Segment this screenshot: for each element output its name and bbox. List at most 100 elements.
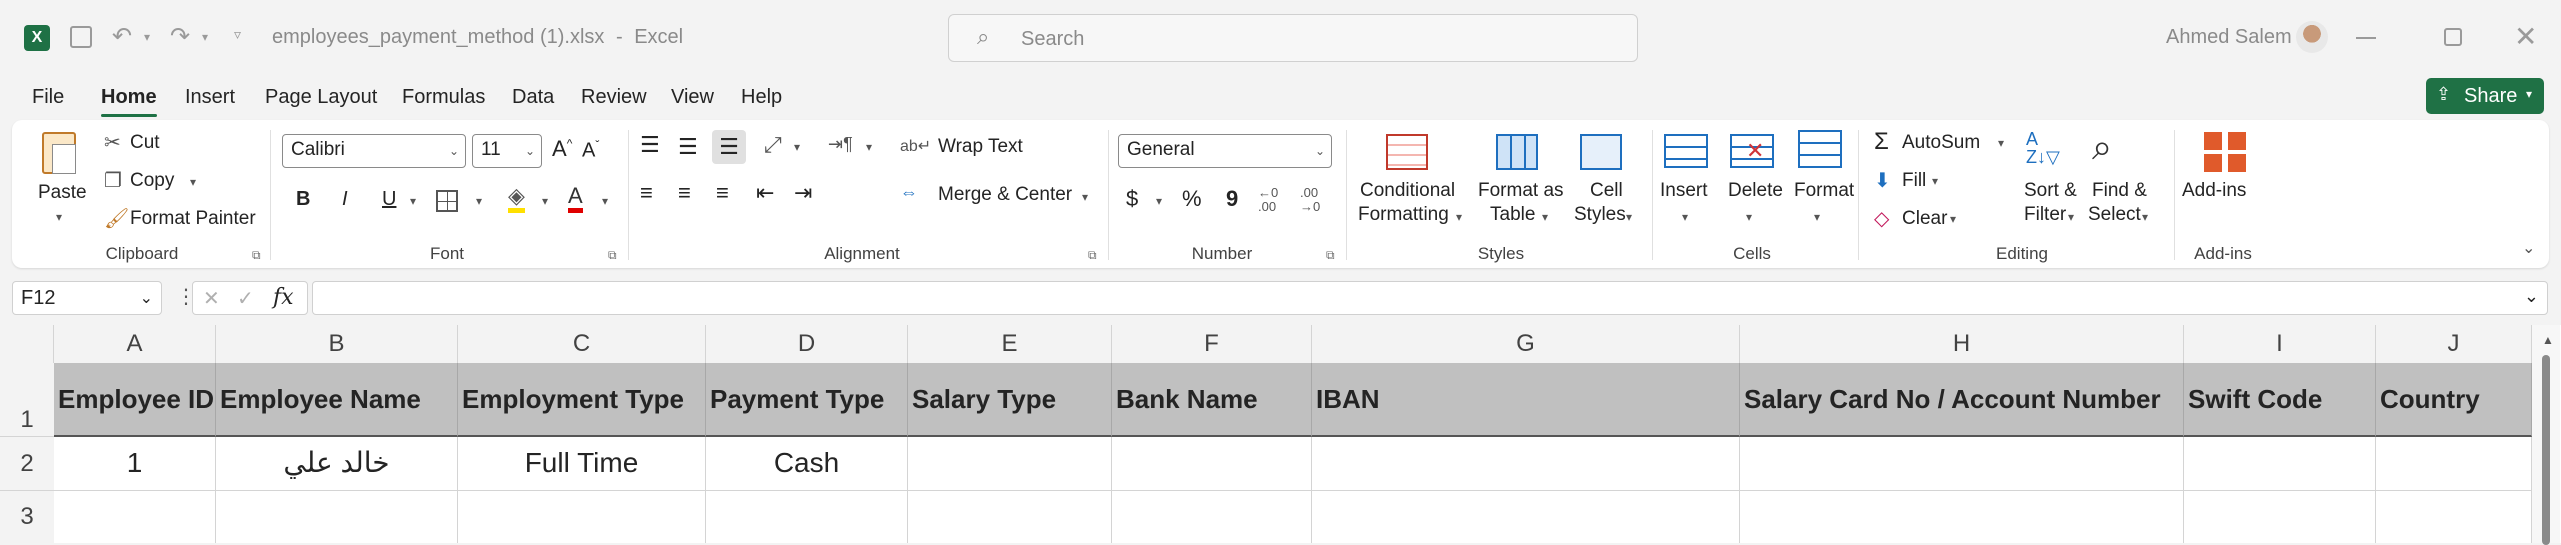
undo-dropdown-icon[interactable]: ▾ bbox=[144, 30, 150, 44]
cell-b2[interactable]: خالد علي bbox=[216, 437, 458, 491]
underline-dropdown-icon[interactable]: ▾ bbox=[410, 194, 416, 208]
rtl-dropdown-icon[interactable]: ▾ bbox=[866, 140, 872, 154]
sort-button[interactable]: Sort & bbox=[2024, 180, 2077, 202]
copy-button[interactable]: Copy bbox=[130, 170, 174, 192]
paste-button[interactable]: Paste bbox=[38, 182, 87, 204]
cancel-icon[interactable]: ✕ bbox=[203, 286, 220, 311]
cell-f1[interactable]: Bank Name bbox=[1112, 363, 1312, 437]
paste-dropdown-icon[interactable]: ▾ bbox=[56, 210, 62, 224]
find-button[interactable]: Find & bbox=[2092, 180, 2147, 202]
cell-c2[interactable]: Full Time bbox=[458, 437, 706, 491]
cell-f3[interactable] bbox=[1112, 491, 1312, 543]
styles-label[interactable]: Styles bbox=[1574, 204, 1626, 226]
formula-input[interactable]: ⌄ bbox=[312, 281, 2548, 315]
currency-dropdown-icon[interactable]: ▾ bbox=[1156, 194, 1162, 208]
cell-e2[interactable] bbox=[908, 437, 1112, 491]
fill-button[interactable]: Fill bbox=[1902, 170, 1926, 192]
sort-filter-dropdown-icon[interactable]: ▾ bbox=[2068, 210, 2074, 224]
restore-icon[interactable] bbox=[2444, 28, 2462, 46]
cell-g1[interactable]: IBAN bbox=[1312, 363, 1740, 437]
cell-i3[interactable] bbox=[2184, 491, 2376, 543]
scroll-up-icon[interactable]: ▲ bbox=[2542, 333, 2554, 347]
tab-file[interactable]: File bbox=[32, 86, 64, 109]
formatting-label[interactable]: Formatting bbox=[1358, 204, 1449, 226]
tab-page-layout[interactable]: Page Layout bbox=[265, 86, 377, 109]
expand-formula-icon[interactable]: ⌄ bbox=[2524, 286, 2539, 307]
fill-dropdown-icon[interactable]: ▾ bbox=[1932, 174, 1938, 188]
cell-e3[interactable] bbox=[908, 491, 1112, 543]
percent-button[interactable]: % bbox=[1182, 186, 1202, 212]
column-header-f[interactable]: F bbox=[1112, 325, 1312, 363]
align-middle-icon[interactable]: ☰ bbox=[678, 134, 698, 160]
cell-b1[interactable]: Employee Name bbox=[216, 363, 458, 437]
cell-i1[interactable]: Swift Code bbox=[2184, 363, 2376, 437]
fill-color-dropdown-icon[interactable]: ▾ bbox=[542, 194, 548, 208]
clear-button[interactable]: Clear bbox=[1902, 208, 1947, 230]
comma-button[interactable]: 9 bbox=[1226, 186, 1238, 212]
font-color-dropdown-icon[interactable]: ▾ bbox=[602, 194, 608, 208]
row-header-3[interactable]: 3 bbox=[0, 491, 54, 543]
cell-h3[interactable] bbox=[1740, 491, 2184, 543]
column-header-a[interactable]: A bbox=[54, 325, 216, 363]
cell-c3[interactable] bbox=[458, 491, 706, 543]
customize-qat-icon[interactable]: ▿ bbox=[234, 26, 241, 43]
number-format-select[interactable]: General ⌄ bbox=[1118, 134, 1332, 168]
copy-dropdown-icon[interactable]: ▾ bbox=[190, 175, 196, 189]
font-size-select[interactable]: 11 ⌄ bbox=[472, 134, 542, 168]
rtl-icon[interactable]: ⇥¶ bbox=[828, 134, 853, 155]
align-bottom-icon[interactable]: ☰ bbox=[712, 130, 746, 164]
tab-data[interactable]: Data bbox=[512, 86, 554, 109]
cell-a3[interactable] bbox=[54, 491, 216, 543]
cell-j3[interactable] bbox=[2376, 491, 2532, 543]
cut-button[interactable]: Cut bbox=[130, 132, 160, 154]
font-name-select[interactable]: Calibri ⌄ bbox=[282, 134, 466, 168]
format-cells-button[interactable]: Format bbox=[1794, 180, 1854, 202]
align-right-icon[interactable]: ≡ bbox=[716, 180, 729, 206]
addins-button[interactable]: Add-ins bbox=[2182, 180, 2246, 202]
tab-formulas[interactable]: Formulas bbox=[402, 86, 485, 109]
avatar[interactable] bbox=[2296, 21, 2328, 53]
cell-g3[interactable] bbox=[1312, 491, 1740, 543]
autosum-dropdown-icon[interactable]: ▾ bbox=[1998, 136, 2004, 150]
cell-i2[interactable] bbox=[2184, 437, 2376, 491]
cell-a1[interactable]: Employee ID bbox=[54, 363, 216, 437]
tab-help[interactable]: Help bbox=[741, 86, 782, 109]
enter-icon[interactable]: ✓ bbox=[237, 286, 254, 311]
clipboard-launcher-icon[interactable]: ⧉ bbox=[252, 248, 261, 263]
cell-j2[interactable] bbox=[2376, 437, 2532, 491]
filter-button[interactable]: Filter bbox=[2024, 204, 2066, 226]
underline-button[interactable]: U bbox=[382, 188, 396, 211]
fill-color-icon[interactable]: ◈ bbox=[508, 184, 525, 213]
format-as-label[interactable]: Format as bbox=[1478, 180, 1564, 202]
cell-d3[interactable] bbox=[706, 491, 908, 543]
user-name[interactable]: Ahmed Salem bbox=[2166, 26, 2292, 49]
column-header-b[interactable]: B bbox=[216, 325, 458, 363]
column-header-h[interactable]: H bbox=[1740, 325, 2184, 363]
tab-review[interactable]: Review bbox=[581, 86, 647, 109]
format-as-table-dropdown-icon[interactable]: ▾ bbox=[1542, 210, 1548, 224]
font-color-icon[interactable]: A bbox=[568, 184, 583, 213]
increase-font-icon[interactable]: A^ bbox=[552, 136, 572, 162]
align-left-icon[interactable]: ≡ bbox=[640, 180, 653, 206]
format-cells-dropdown-icon[interactable]: ▾ bbox=[1814, 210, 1820, 224]
redo-icon[interactable]: ↷ bbox=[170, 22, 190, 51]
cell-d1[interactable]: Payment Type bbox=[706, 363, 908, 437]
orientation-icon[interactable]: ⤢ bbox=[764, 132, 782, 158]
select-button[interactable]: Select bbox=[2088, 204, 2141, 226]
delete-cells-dropdown-icon[interactable]: ▾ bbox=[1746, 210, 1752, 224]
row-header-1[interactable]: 1 bbox=[0, 363, 54, 437]
bold-button[interactable]: B bbox=[296, 188, 310, 211]
row-header-2[interactable]: 2 bbox=[0, 437, 54, 491]
autosum-button[interactable]: AutoSum bbox=[1902, 132, 1980, 154]
align-top-icon[interactable]: ☰ bbox=[640, 132, 660, 158]
table-label[interactable]: Table bbox=[1490, 204, 1535, 226]
column-header-e[interactable]: E bbox=[908, 325, 1112, 363]
increase-decimal-icon[interactable]: ←0.00 bbox=[1258, 186, 1278, 214]
tab-view[interactable]: View bbox=[671, 86, 714, 109]
find-select-dropdown-icon[interactable]: ▾ bbox=[2142, 210, 2148, 224]
cell-g2[interactable] bbox=[1312, 437, 1740, 491]
name-box-dropdown-icon[interactable]: ⌄ bbox=[140, 288, 153, 308]
wrap-text-button[interactable]: Wrap Text bbox=[938, 136, 1023, 158]
align-center-icon[interactable]: ≡ bbox=[678, 180, 691, 206]
close-icon[interactable]: ✕ bbox=[2514, 20, 2537, 53]
